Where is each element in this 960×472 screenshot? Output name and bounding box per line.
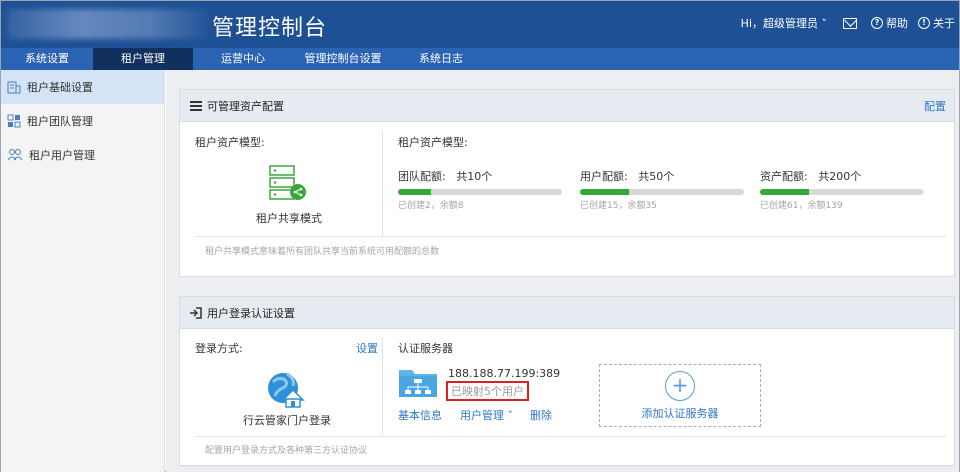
tab-system-settings[interactable]: 系统设置	[1, 48, 93, 70]
quota-name: 资产配额:	[760, 170, 808, 183]
auth-server-label: 认证服务器	[398, 342, 453, 355]
asset-config-panel: 可管理资产配置 配置 租户资产模型: 租户共享模式 租户资产模型: 团队配额: …	[179, 89, 955, 277]
users-icon	[7, 149, 23, 161]
mail-icon[interactable]	[843, 17, 857, 29]
server-folder-icon	[399, 370, 437, 397]
header-actions: Hi，超级管理员 ˅ ? 帮助 ! 关于	[741, 15, 955, 31]
tab-operations-center[interactable]: 运营中心	[193, 48, 293, 70]
quota-name: 用户配额:	[580, 170, 628, 183]
quota-total: 共10个	[456, 170, 493, 183]
help-label: 帮助	[886, 17, 908, 30]
add-auth-server-button[interactable]: + 添加认证服务器	[599, 364, 761, 427]
settings-link[interactable]: 设置	[356, 340, 378, 356]
user-menu[interactable]: Hi，超级管理员 ˅	[741, 15, 827, 31]
panel-header: 用户登录认证设置	[180, 297, 954, 329]
quota-total: 共50个	[638, 170, 675, 183]
divider	[382, 130, 383, 238]
login-footnote: 配置用户登录方式及各种第三方认证协议	[205, 446, 368, 456]
main-nav: 系统设置 租户管理 运营中心 管理控制台设置 系统日志	[1, 48, 959, 70]
panel-title: 可管理资产配置	[207, 99, 284, 113]
delete-link[interactable]: 删除	[530, 407, 552, 423]
quota-asset: 资产配额: 共200个 已创建61，余额139	[760, 168, 924, 211]
quota-team: 团队配额: 共10个 已创建2，余额8	[398, 168, 562, 211]
help-button[interactable]: ? 帮助	[871, 15, 908, 31]
quota-sub: 已创建15，余额35	[580, 201, 657, 211]
quota-progress-bar	[760, 189, 924, 195]
quota-name: 团队配额:	[398, 170, 446, 183]
sidebar-item-user-management[interactable]: 租户用户管理	[1, 138, 164, 172]
mapped-users-badge: 已映射5个用户	[446, 381, 529, 401]
tab-console-settings[interactable]: 管理控制台设置	[293, 48, 393, 70]
quota-sub: 已创建61，余额139	[760, 201, 843, 211]
add-auth-server-label: 添加认证服务器	[641, 407, 719, 420]
main-content: 可管理资产配置 配置 租户资产模型: 租户共享模式 租户资产模型: 团队配额: …	[166, 70, 959, 472]
quota-sub: 已创建2，余额8	[398, 201, 464, 211]
sidebar-item-team-management[interactable]: 租户团队管理	[1, 104, 164, 138]
cloud-home-globe-icon	[268, 372, 305, 408]
info-icon: !	[918, 17, 930, 29]
config-link[interactable]: 配置	[924, 98, 946, 114]
top-header: 管理控制台 Hi，超级管理员 ˅ ? 帮助 ! 关于	[1, 1, 959, 48]
tenant-settings-icon	[7, 81, 21, 94]
quota-progress-fill	[398, 189, 431, 195]
list-icon	[190, 100, 202, 111]
plus-circle-icon: +	[665, 371, 695, 401]
sidebar-item-tenant-settings[interactable]: 租户基础设置	[1, 70, 164, 104]
divider	[382, 337, 383, 435]
asset-model-label: 租户资产模型:	[195, 136, 265, 149]
login-method-label: 登录方式:	[195, 342, 243, 355]
quota-progress-bar	[580, 189, 744, 195]
quota-user: 用户配额: 共50个 已创建15，余额35	[580, 168, 744, 211]
greeting-text: Hi，超级管理员	[740, 17, 818, 30]
shared-mode-label: 租户共享模式	[256, 212, 322, 225]
sidebar-item-label: 租户用户管理	[29, 149, 95, 162]
about-button[interactable]: ! 关于	[918, 15, 955, 31]
chevron-down-icon: ˅	[504, 409, 513, 422]
about-label: 关于	[933, 17, 955, 30]
quota-progress-fill	[760, 189, 810, 195]
sidebar-item-label: 租户基础设置	[27, 81, 93, 94]
asset-model-label-right: 租户资产模型:	[398, 136, 468, 149]
divider	[195, 236, 947, 237]
blurred-logo	[7, 9, 213, 39]
quota-progress-fill	[580, 189, 630, 195]
portal-login-label: 行云管家门户登录	[243, 414, 331, 427]
divider	[195, 436, 947, 437]
team-grid-icon	[7, 114, 21, 128]
user-mgmt-dropdown[interactable]: 用户管理 ˅	[460, 407, 513, 423]
shared-server-icon	[269, 165, 306, 200]
tab-tenant-management[interactable]: 租户管理	[93, 48, 193, 70]
basic-info-link[interactable]: 基本信息	[398, 407, 442, 423]
quota-total: 共200个	[818, 170, 862, 183]
server-address: 188.188.77.199:389	[448, 367, 561, 380]
sidebar: 租户基础设置 租户团队管理 租户用户管理	[1, 70, 165, 472]
app-title: 管理控制台	[212, 16, 328, 41]
quota-progress-bar	[398, 189, 562, 195]
help-icon: ?	[871, 17, 883, 29]
chevron-down-icon: ˅	[818, 17, 827, 30]
panel-header: 可管理资产配置 配置	[180, 90, 954, 122]
tab-system-logs[interactable]: 系统日志	[393, 48, 489, 70]
asset-footnote: 租户共享模式意味着所有团队共享当前系统可用配额的总数	[205, 247, 440, 257]
login-auth-panel: 用户登录认证设置 登录方式: 设置 行云管家门户登录 认证服务器 188.188…	[179, 296, 955, 466]
user-mgmt-label: 用户管理	[460, 409, 504, 422]
panel-title: 用户登录认证设置	[207, 306, 295, 320]
login-icon	[190, 306, 202, 319]
sidebar-item-label: 租户团队管理	[27, 115, 93, 128]
